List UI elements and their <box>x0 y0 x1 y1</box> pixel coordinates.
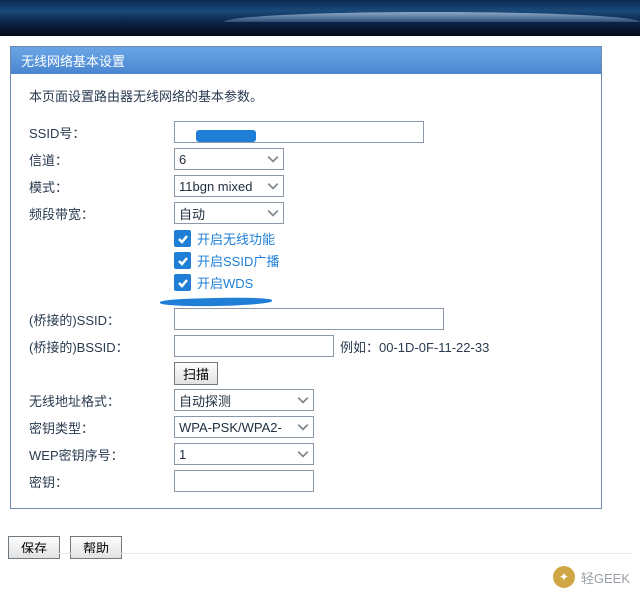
watermark-text: 轻GEEK <box>581 568 630 587</box>
wep-index-value: 1 <box>175 447 293 462</box>
mode-label: 模式： <box>29 177 174 196</box>
channel-value: 6 <box>175 152 263 167</box>
enable-wireless-label: 开启无线功能 <box>197 229 275 248</box>
enable-wireless-checkbox[interactable]: 开启无线功能 <box>174 229 583 248</box>
key-input[interactable] <box>174 470 314 492</box>
bandwidth-select[interactable]: 自动 <box>174 202 284 224</box>
separator <box>10 553 632 554</box>
check-icon <box>174 274 191 291</box>
key-type-select[interactable]: WPA-PSK/WPA2- <box>174 416 314 438</box>
bandwidth-value: 自动 <box>175 204 263 223</box>
enable-broadcast-label: 开启SSID广播 <box>197 251 279 270</box>
enable-ssid-broadcast-checkbox[interactable]: 开启SSID广播 <box>174 251 583 270</box>
enable-wds-checkbox[interactable]: 开启WDS <box>174 273 583 292</box>
panel-title: 无线网络基本设置 <box>11 47 601 74</box>
chevron-down-icon <box>293 444 313 464</box>
scan-button[interactable]: 扫描 <box>174 362 218 385</box>
bssid-example: 例如：00-1D-0F-11-22-33 <box>340 337 489 356</box>
wep-index-label: WEP密钥序号： <box>29 445 174 464</box>
watermark: ✦ 轻GEEK <box>553 566 630 588</box>
bridge-bssid-label: (桥接的)BSSID： <box>29 337 174 356</box>
check-icon <box>174 252 191 269</box>
mode-select[interactable]: 11bgn mixed <box>174 175 284 197</box>
chevron-down-icon <box>263 203 283 223</box>
page-description: 本页面设置路由器无线网络的基本参数。 <box>29 86 583 105</box>
help-button[interactable]: 帮助 <box>70 536 122 559</box>
enable-wds-label: 开启WDS <box>197 273 253 292</box>
chevron-down-icon <box>293 417 313 437</box>
bottom-toolbar: 保存 帮助 <box>8 536 122 559</box>
ssid-label: SSID号： <box>29 123 174 142</box>
chevron-down-icon <box>263 149 283 169</box>
save-button[interactable]: 保存 <box>8 536 60 559</box>
bridge-ssid-label: (桥接的)SSID： <box>29 310 174 329</box>
addr-format-value: 自动探测 <box>175 391 293 410</box>
wep-index-select[interactable]: 1 <box>174 443 314 465</box>
bridge-ssid-input[interactable] <box>174 308 444 330</box>
top-banner <box>0 0 640 36</box>
addr-format-select[interactable]: 自动探测 <box>174 389 314 411</box>
check-icon <box>174 230 191 247</box>
chevron-down-icon <box>293 390 313 410</box>
bandwidth-label: 频段带宽： <box>29 204 174 223</box>
redaction-mark <box>196 130 256 142</box>
settings-panel: 无线网络基本设置 本页面设置路由器无线网络的基本参数。 SSID号： 信道： 6… <box>10 46 602 509</box>
mode-value: 11bgn mixed <box>175 179 263 194</box>
wechat-icon: ✦ <box>553 566 575 588</box>
chevron-down-icon <box>263 176 283 196</box>
channel-label: 信道： <box>29 150 174 169</box>
key-label: 密钥： <box>29 472 174 491</box>
addr-format-label: 无线地址格式： <box>29 391 174 410</box>
key-type-label: 密钥类型： <box>29 418 174 437</box>
bridge-bssid-input[interactable] <box>174 335 334 357</box>
channel-select[interactable]: 6 <box>174 148 284 170</box>
key-type-value: WPA-PSK/WPA2- <box>175 420 293 435</box>
